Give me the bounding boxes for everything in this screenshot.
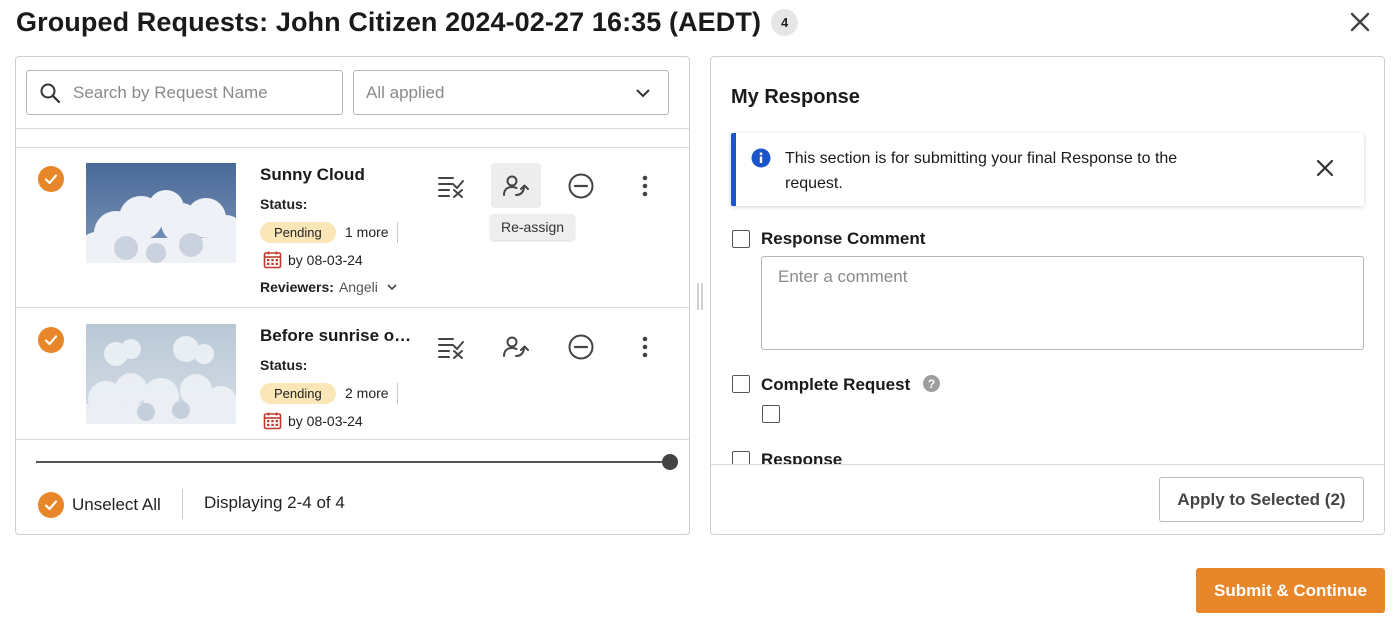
checklist-clear-button[interactable]	[426, 163, 476, 208]
apply-to-selected-button[interactable]: Apply to Selected (2)	[1159, 477, 1364, 522]
horizontal-scrollbar-handle[interactable]	[662, 454, 678, 470]
calendar-icon	[263, 251, 282, 269]
response-panel-title: My Response	[731, 86, 860, 108]
request-thumbnail[interactable]	[86, 324, 236, 424]
unselect-all-checkbox[interactable]	[38, 492, 64, 518]
reassign-tooltip: Re-assign	[490, 214, 576, 240]
status-label: Status:	[260, 196, 308, 212]
submit-continue-button[interactable]: Submit & Continue	[1196, 568, 1385, 613]
request-name[interactable]: Before sunrise on a cloudy morning	[260, 326, 412, 346]
divider	[16, 128, 689, 129]
close-icon[interactable]	[1314, 157, 1336, 179]
status-badge: Pending	[260, 383, 336, 404]
unselect-all-button[interactable]: Unselect All	[38, 492, 161, 518]
due-date: by 08-03-24	[263, 250, 363, 269]
more-options-button[interactable]	[620, 324, 670, 369]
reviewers-label: Reviewers:	[260, 279, 334, 295]
minus-circle-icon	[568, 173, 594, 198]
check-icon	[44, 500, 58, 511]
search-field[interactable]	[26, 70, 343, 115]
more-statuses-link[interactable]: 1 more	[345, 222, 398, 243]
status-badge: Pending	[260, 222, 336, 243]
horizontal-scrollbar-track[interactable]	[36, 461, 670, 463]
request-row: Sunny Cloud Status: Pending 1 more by 08…	[16, 148, 689, 308]
remove-button[interactable]	[556, 163, 606, 208]
comment-textarea[interactable]	[761, 256, 1364, 350]
divider	[182, 489, 183, 519]
info-message: This section is for submitting your fina…	[785, 150, 1178, 192]
due-date-text: by 08-03-24	[288, 251, 363, 268]
reviewers-names: Angeli	[338, 279, 378, 295]
checklist-clear-icon	[438, 176, 464, 198]
dialog-title: Grouped Requests: John Citizen 2024-02-2…	[16, 6, 762, 37]
dialog-header: Grouped Requests: John Citizen 2024-02-2…	[16, 6, 799, 38]
panel-resize-handle[interactable]	[697, 283, 703, 310]
divider	[711, 464, 1384, 465]
request-thumbnail[interactable]	[86, 163, 236, 263]
due-date: by 08-03-24	[263, 411, 363, 430]
request-count-badge: 4	[771, 8, 799, 36]
pagination-info: Displaying 2-4 of 4	[204, 493, 345, 512]
row-select-checkbox[interactable]	[38, 327, 64, 353]
info-icon	[751, 148, 771, 168]
filter-dropdown[interactable]: All applied	[353, 70, 669, 115]
info-banner: This section is for submitting your fina…	[731, 133, 1364, 206]
response-comment-checkbox[interactable]	[732, 230, 750, 248]
unselect-all-label: Unselect All	[72, 495, 161, 514]
chevron-down-icon	[636, 89, 650, 98]
complete-request-label: Complete Request	[761, 375, 911, 394]
request-name[interactable]: Sunny Cloud	[260, 165, 412, 185]
response-comment-label: Response Comment	[761, 229, 926, 248]
more-options-button[interactable]	[620, 163, 670, 208]
reviewers-toggle[interactable]: Reviewers: Angeli	[260, 279, 398, 295]
complete-request-checkbox[interactable]	[732, 375, 750, 393]
response-panel: My Response This section is for submitti…	[710, 56, 1385, 535]
more-statuses-link[interactable]: 2 more	[345, 383, 398, 404]
request-list-panel: All applied	[15, 56, 690, 535]
filter-selected-value: All applied	[366, 82, 445, 102]
check-icon	[44, 335, 58, 346]
minus-circle-icon	[568, 334, 594, 359]
close-icon[interactable]	[1346, 8, 1374, 36]
request-row: Before sunrise on a cloudy morning Statu…	[16, 309, 689, 440]
more-vertical-icon	[642, 175, 648, 196]
help-icon[interactable]: ?	[923, 375, 940, 392]
calendar-icon	[263, 412, 282, 430]
status-label: Status:	[260, 357, 308, 373]
reassign-icon	[503, 175, 529, 196]
reassign-button[interactable]	[491, 163, 541, 208]
row-select-checkbox[interactable]	[38, 166, 64, 192]
search-input[interactable]	[73, 82, 323, 103]
remove-button[interactable]	[556, 324, 606, 369]
checklist-clear-button[interactable]	[426, 324, 476, 369]
reassign-icon	[503, 336, 529, 357]
reassign-button[interactable]	[491, 324, 541, 369]
due-date-text: by 08-03-24	[288, 412, 363, 429]
complete-request-value-checkbox[interactable]	[762, 405, 780, 423]
check-icon	[44, 174, 58, 185]
chevron-down-icon	[387, 284, 397, 291]
search-icon	[40, 83, 61, 103]
checklist-clear-icon	[438, 337, 464, 359]
more-vertical-icon	[642, 336, 648, 357]
